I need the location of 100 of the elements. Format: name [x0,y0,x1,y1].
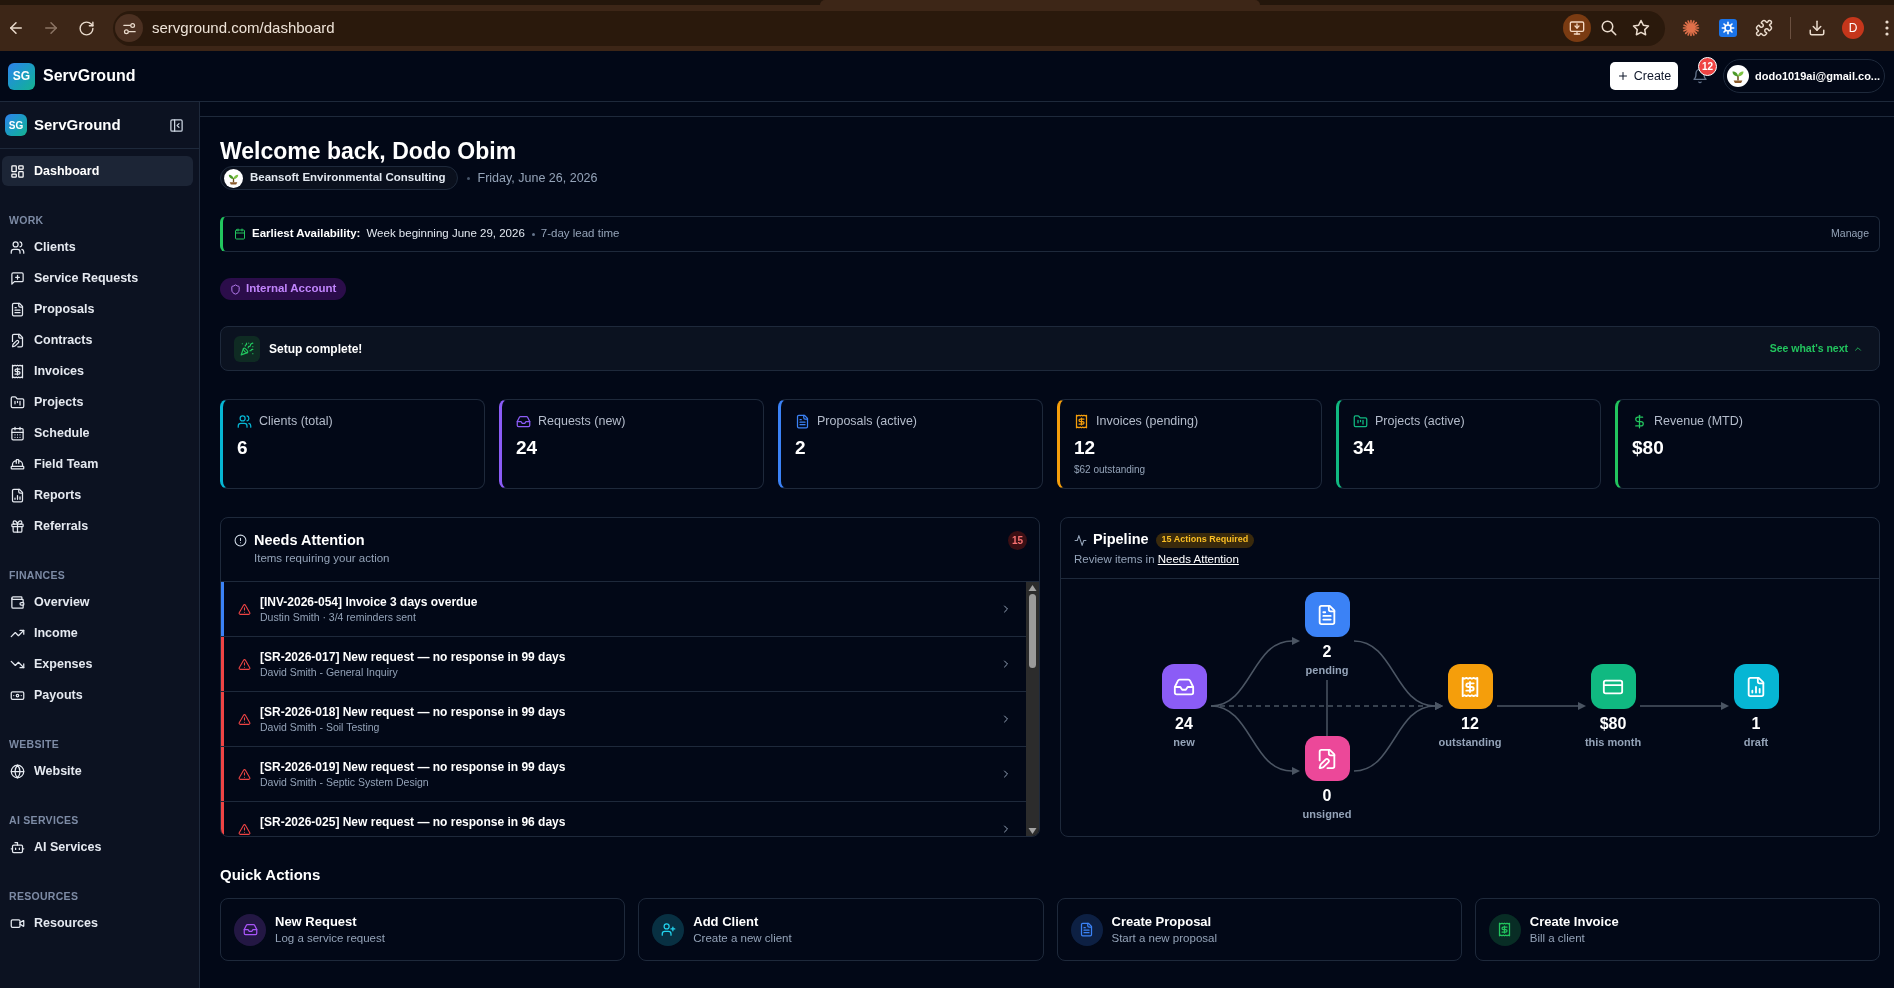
stat-label: Requests (new) [538,412,626,430]
manage-link[interactable]: Manage [1831,226,1869,242]
sidebar-item[interactable]: Service Requests [2,263,193,293]
warning-triangle-icon [238,602,251,616]
sidebar-item[interactable]: Proposals [2,294,193,324]
gift-icon [10,518,25,534]
scrollbar[interactable] [1026,582,1039,836]
stat-label: Clients (total) [259,412,333,430]
sidebar-item[interactable]: Income [2,618,193,648]
collapse-sidebar-icon[interactable] [169,117,184,133]
reload-icon[interactable] [78,19,95,37]
install-app-icon[interactable] [1563,14,1591,42]
sidebar-item[interactable]: Website [2,756,193,786]
sidebar-item[interactable]: Projects [2,387,193,417]
magnifier-icon[interactable] [1600,19,1618,37]
sidebar-item[interactable]: Clients [2,232,193,262]
globe-icon [10,763,25,779]
attention-item[interactable]: [INV-2026-054] Invoice 3 days overdue Dustin Smith · 3/4 reminders sent [221,582,1026,637]
stage-count: $80 [1599,715,1627,733]
stat-label: Invoices (pending) [1096,412,1199,430]
stage-count: 24 [1175,715,1193,733]
attention-item[interactable]: [SR-2026-018] New request — no response in 99 days David Smith - Soil Testing [221,692,1026,747]
inbox-icon[interactable] [1161,664,1207,709]
setup-title: Setup complete! [269,340,363,358]
sidebar-item[interactable]: Reports [2,480,193,510]
section-heading: WORK [8,213,45,228]
current-date: Friday, June 26, 2026 [477,169,598,187]
see-whats-next-button[interactable]: See what's next [1769,340,1863,357]
document-icon[interactable] [1304,592,1350,637]
stage-label: pending [1305,663,1349,677]
stat-note: $62 outstanding [1074,463,1146,476]
section-heading: RESOURCES [8,889,80,904]
address-bar[interactable]: servground.com/dashboard [113,10,1665,46]
stat-value: 2 [795,436,806,460]
download-icon[interactable] [1808,19,1826,37]
sidebar-item[interactable]: Overview [2,587,193,617]
actions-required-count: 15 Actions Required [1155,532,1255,548]
account-type: Internal Account [246,281,337,297]
sidebar-item[interactable]: Schedule [2,418,193,448]
puzzle-icon[interactable] [1755,19,1773,37]
warning-triangle-icon [238,822,251,836]
create-button[interactable]: Create [1610,62,1678,90]
sidebar-item[interactable]: Payouts [2,680,193,710]
starburst-icon[interactable] [1682,19,1700,37]
warning-triangle-icon [238,657,251,671]
quick-action-card[interactable]: Create Invoice Bill a client [1474,898,1880,961]
receipt-icon[interactable] [1447,664,1493,709]
attention-count: 15 [1008,531,1027,550]
bell-icon[interactable] [1692,68,1708,84]
quick-action-card[interactable]: Add Client Create a new client [638,898,1044,961]
forward-icon[interactable] [42,19,60,37]
lead-time: 7-day lead time [540,226,620,242]
chart-document-icon [10,487,25,503]
back-icon[interactable] [7,19,25,37]
document-pen-icon [10,332,25,348]
warning-triangle-icon [238,712,251,726]
app-logo: SG [5,114,27,136]
sidebar-item[interactable]: Expenses [2,649,193,679]
stage-count: 12 [1461,715,1479,733]
sprout-logo-icon [224,168,243,188]
sidebar-item[interactable]: Resources [2,908,193,938]
profile-avatar[interactable]: D [1842,17,1864,39]
sidebar-item[interactable]: Field Team [2,449,193,479]
stage-count: 1 [1751,715,1761,733]
document-icon [795,413,810,429]
star-icon[interactable] [1632,19,1650,37]
inbox-icon [516,413,531,429]
gear-icon[interactable] [1719,19,1737,37]
layout-icon [10,163,25,179]
document-pen-icon[interactable] [1304,736,1350,781]
section-heading: AI SERVICES [8,813,80,828]
shield-icon [230,283,241,295]
sidebar-item[interactable]: Referrals [2,511,193,541]
chart-document-icon[interactable] [1733,664,1779,709]
quick-action-card[interactable]: New Request Log a service request [220,898,626,961]
stage-count: 0 [1322,787,1332,805]
sprout-logo-icon [1727,65,1749,87]
sidebar-item[interactable]: Dashboard [2,156,193,186]
folder-icon [1353,413,1368,429]
party-popper-icon [234,335,260,362]
sidebar-item[interactable]: AI Services [2,832,193,862]
quick-action-card[interactable]: Create Proposal Start a new proposal [1056,898,1462,961]
credit-card-icon[interactable] [1590,664,1636,709]
site-settings-icon[interactable] [115,14,143,42]
attention-item[interactable]: [SR-2026-017] New request — no response in 99 days David Smith - General Inquiry [221,637,1026,692]
activity-icon [1074,533,1087,547]
sidebar-item[interactable]: Contracts [2,325,193,355]
plus-icon [1616,70,1629,82]
stage-count: 2 [1322,643,1332,661]
sidebar-item[interactable]: Invoices [2,356,193,386]
section-heading: WEBSITE [8,737,60,752]
stat-label: Revenue (MTD) [1654,412,1743,430]
stat-value: 6 [237,436,248,460]
notification-count: 12 [1698,57,1717,76]
needs-attention-link[interactable]: Needs Attention [1157,553,1239,565]
robot-icon [10,839,25,855]
message-plus-icon [10,270,25,286]
folder-icon [10,394,25,410]
kebab-menu-icon[interactable] [1885,20,1889,36]
attention-item[interactable]: [SR-2026-019] New request — no response in 99 days David Smith - Septic System Design [221,747,1026,802]
